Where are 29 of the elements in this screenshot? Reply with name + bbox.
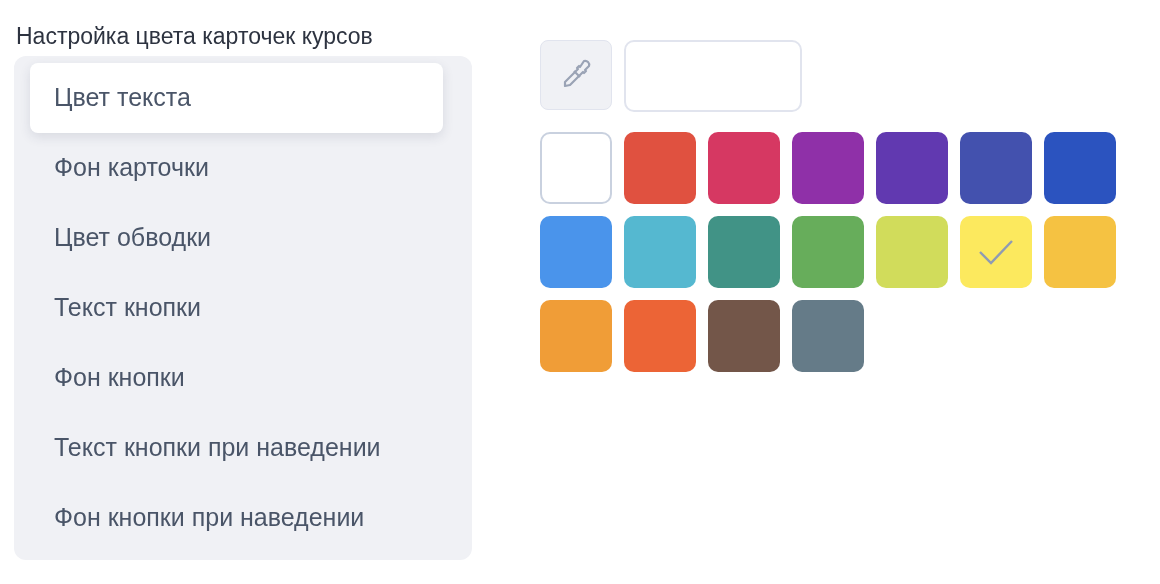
color-swatch[interactable] — [1044, 216, 1116, 288]
menu-item[interactable]: Фон кнопки — [30, 343, 443, 413]
color-swatch[interactable] — [792, 132, 864, 204]
color-swatch[interactable] — [624, 132, 696, 204]
checkmark-icon — [978, 239, 1014, 265]
color-swatch[interactable] — [792, 300, 864, 372]
menu-item[interactable]: Цвет обводки — [30, 203, 443, 273]
color-swatch[interactable] — [624, 300, 696, 372]
menu-item[interactable]: Текст кнопки при наведении — [30, 413, 443, 483]
color-swatch[interactable] — [876, 132, 948, 204]
menu-item[interactable]: Цвет текста — [30, 63, 443, 133]
color-swatch[interactable] — [876, 216, 948, 288]
color-input-field[interactable] — [624, 40, 802, 112]
color-swatch[interactable] — [960, 132, 1032, 204]
color-swatch[interactable] — [792, 216, 864, 288]
color-swatch[interactable] — [624, 216, 696, 288]
color-swatch[interactable] — [540, 132, 612, 204]
eyedropper-button[interactable] — [540, 40, 612, 110]
color-swatch[interactable] — [540, 300, 612, 372]
menu-item[interactable]: Фон кнопки при наведении — [30, 483, 443, 553]
color-swatch[interactable] — [960, 216, 1032, 288]
color-swatch[interactable] — [708, 132, 780, 204]
color-swatch[interactable] — [708, 216, 780, 288]
menu-item[interactable]: Текст кнопки — [30, 273, 443, 343]
section-title: Настройка цвета карточек курсов — [16, 22, 374, 50]
color-swatch[interactable] — [540, 216, 612, 288]
color-swatch[interactable] — [708, 300, 780, 372]
menu-item[interactable]: Фон карточки — [30, 133, 443, 203]
color-swatch[interactable] — [1044, 132, 1116, 204]
